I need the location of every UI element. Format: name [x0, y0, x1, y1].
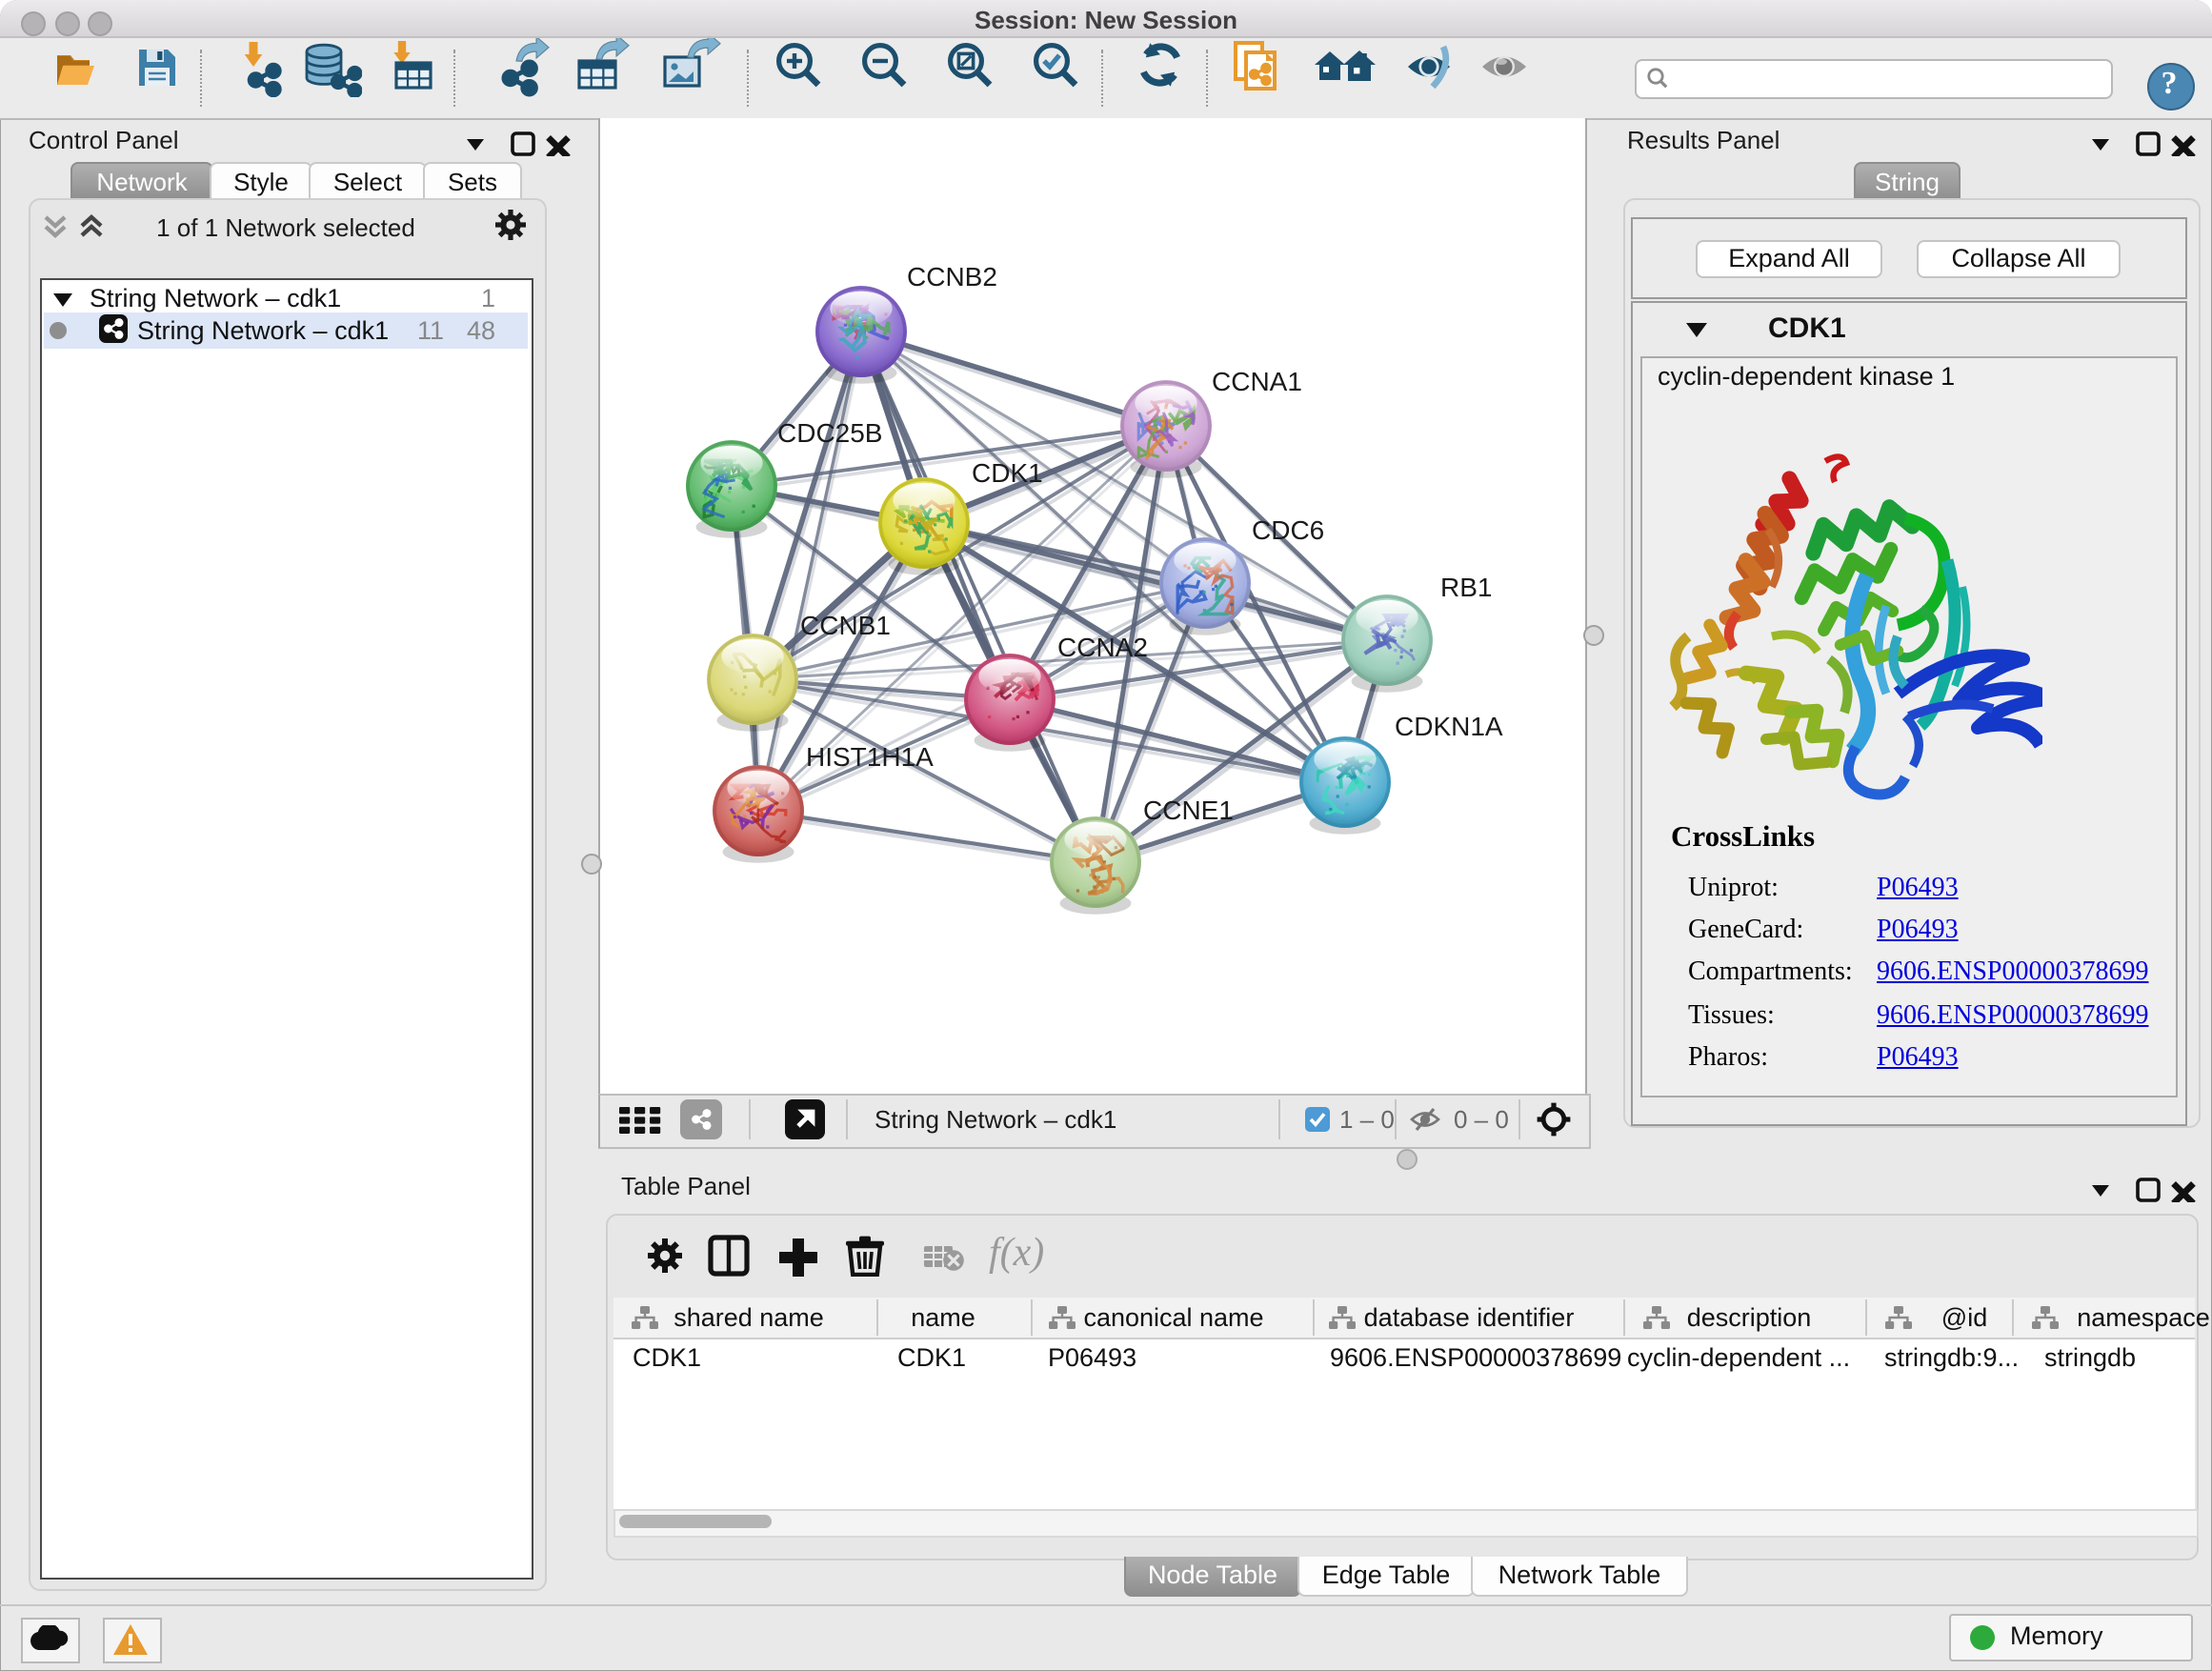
svg-text:CCNA2: CCNA2 — [1057, 633, 1148, 662]
svg-text:RB1: RB1 — [1440, 573, 1492, 602]
svg-text:HIST1H1A: HIST1H1A — [806, 742, 934, 772]
svg-text:CDK1: CDK1 — [972, 458, 1043, 488]
svg-text:CCNE1: CCNE1 — [1143, 795, 1234, 825]
svg-text:CCNA1: CCNA1 — [1212, 367, 1302, 396]
svg-text:CCNB2: CCNB2 — [907, 262, 997, 292]
svg-text:CDC6: CDC6 — [1252, 515, 1324, 545]
svg-text:CDKN1A: CDKN1A — [1395, 712, 1503, 741]
svg-text:CCNB1: CCNB1 — [800, 611, 891, 640]
svg-text:CDC25B: CDC25B — [777, 418, 882, 448]
